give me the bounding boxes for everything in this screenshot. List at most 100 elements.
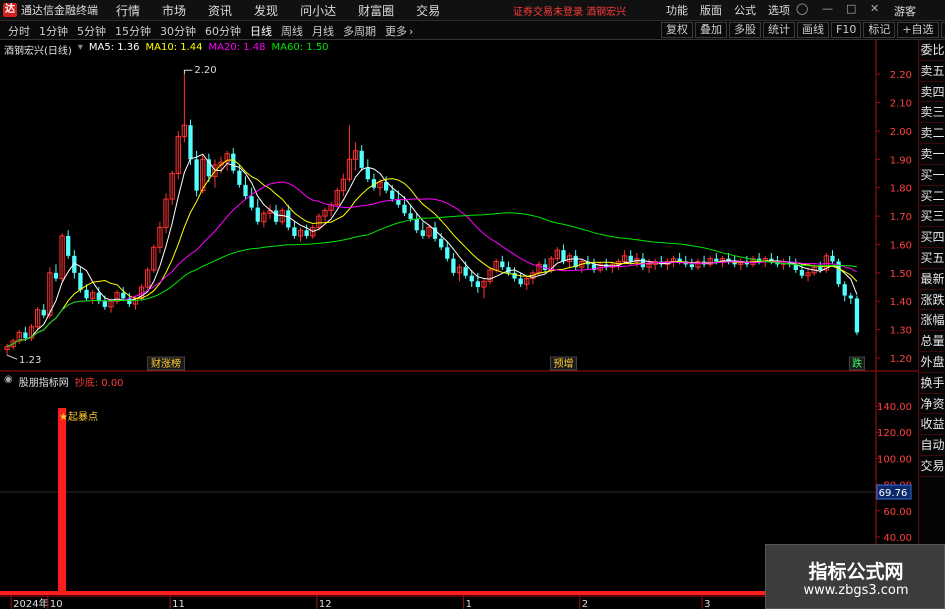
candle-body [292, 227, 297, 236]
tab-daily[interactable]: 日线 [250, 23, 272, 39]
chevron-right-icon: › [409, 25, 414, 38]
side-item-volume[interactable]: 总量 [919, 331, 945, 352]
side-item-sell1[interactable]: 卖一 [919, 144, 945, 165]
tab-15min[interactable]: 15分钟 [115, 23, 151, 39]
side-item-change-pct[interactable]: 涨幅 [919, 310, 945, 332]
menu-item-functions[interactable]: 功能 [666, 2, 688, 18]
guest-login[interactable]: 游客 [894, 3, 916, 19]
candle-body [830, 255, 835, 262]
price-tick-label: 2.10 [890, 99, 912, 110]
watermark-url: www.zbgs3.com [803, 583, 909, 598]
price-tick-label: 1.30 [890, 326, 912, 337]
side-item-auto[interactable]: 自动 [919, 435, 945, 456]
candle-body [628, 255, 633, 262]
tab-60min[interactable]: 60分钟 [205, 23, 241, 39]
chart-tools: 复权 叠加 多股 统计 画线 F10 标记 +自选 返回 [661, 22, 945, 38]
side-item-buy4[interactable]: 买四 [919, 227, 945, 248]
menu-item-formula[interactable]: 公式 [734, 2, 756, 18]
restore-rights-button[interactable]: 复权 [661, 22, 693, 38]
ma5-line [6, 153, 858, 348]
watermark-title: 指标公式网 [808, 561, 904, 583]
candle-body [561, 250, 566, 262]
right-menu: 功能 版面 公式 选项 [666, 2, 802, 18]
tab-5min[interactable]: 5分钟 [77, 23, 106, 39]
expand-icon[interactable]: ▾ [78, 42, 83, 57]
price-tick-label: 1.20 [890, 354, 912, 365]
candle-body [249, 196, 254, 208]
candle-body [66, 235, 71, 256]
price-tick-label: 2.20 [890, 70, 912, 81]
side-item-buy1[interactable]: 买一 [919, 165, 945, 186]
ma10-line [6, 159, 858, 348]
indicator-baseline [0, 591, 876, 595]
side-item-buy3[interactable]: 买三 [919, 206, 945, 228]
menu-item-layout[interactable]: 版面 [700, 2, 722, 18]
candle-body [41, 309, 46, 316]
tab-intraday[interactable]: 分时 [8, 23, 30, 39]
tab-multi-period[interactable]: 多周期 [343, 23, 376, 39]
candle-body [243, 184, 248, 197]
high-price-label: 2.20 [194, 65, 216, 76]
overlay-button[interactable]: 叠加 [695, 22, 727, 38]
tab-30min[interactable]: 30分钟 [160, 23, 196, 39]
side-item-outer[interactable]: 外盘 [919, 352, 945, 373]
close-icon[interactable]: ✕ [870, 2, 879, 15]
add-favorite-button[interactable]: +自选 [897, 22, 939, 38]
event-marker-label: 预增 [553, 357, 573, 370]
indicator-tick-label: 60.00 [883, 507, 912, 518]
menu-item-news[interactable]: 资讯 [208, 2, 232, 19]
price-chart[interactable]: 2.20 2.10 2.00 1.90 1.80 1.70 1.60 1.50 1.40 1.30… [0, 40, 918, 372]
event-marker-label: 跌 [852, 357, 862, 370]
menu-item-market-quotes[interactable]: 行情 [116, 2, 140, 19]
bottom-fishing-value: 抄底: 0.00 [74, 378, 124, 389]
mark-button[interactable]: 标记 [863, 22, 896, 38]
candle-body [848, 295, 853, 299]
candle-body [78, 272, 83, 290]
side-item-trade[interactable]: 交易 [919, 456, 945, 477]
side-item-change[interactable]: 涨跌 [919, 290, 945, 311]
maximize-icon[interactable]: □ [846, 2, 856, 15]
statistics-button[interactable]: 统计 [763, 22, 795, 38]
side-item-sell3[interactable]: 卖三 [919, 102, 945, 124]
back-button[interactable]: 返回 [940, 22, 945, 38]
indicator-settings-icon[interactable]: ◉ [4, 374, 13, 389]
side-item-sell2[interactable]: 卖二 [919, 123, 945, 144]
login-notice[interactable]: 证券交易未登录 酒钢宏兴 [513, 3, 626, 18]
tab-weekly[interactable]: 周线 [281, 23, 303, 39]
quote-side-panel: 委比 卖五 卖四 卖三 卖二 卖一 买一 买二 买三 买四 买五 最新 涨跌 涨… [918, 40, 945, 609]
headset-icon[interactable]: ◯ [796, 2, 808, 15]
tab-more[interactable]: 更多 › [385, 23, 413, 39]
price-tick-label: 2.00 [890, 127, 912, 138]
menu-item-market[interactable]: 市场 [162, 2, 186, 19]
period-toolbar: 分时 1分钟 5分钟 15分钟 30分钟 60分钟 日线 周线 月线 多周期 更… [0, 21, 945, 40]
tab-1min[interactable]: 1分钟 [39, 23, 68, 39]
side-item-weibi[interactable]: 委比 [919, 40, 945, 61]
side-item-latest[interactable]: 最新 [919, 269, 945, 290]
tab-monthly[interactable]: 月线 [312, 23, 334, 39]
candle-body [518, 278, 523, 285]
price-tick-label: 1.80 [890, 184, 912, 195]
date-tick-label: 2024年 [13, 597, 48, 609]
side-item-sell4[interactable]: 卖四 [919, 82, 945, 103]
side-item-turnover[interactable]: 换手 [919, 373, 945, 394]
minimize-icon[interactable]: — [822, 2, 833, 15]
menu-item-trade[interactable]: 交易 [416, 2, 440, 19]
event-marker: 财涨榜 [147, 356, 186, 371]
price-tick-label: 1.60 [890, 240, 912, 251]
side-item-sell5[interactable]: 卖五 [919, 61, 945, 82]
menu-item-options[interactable]: 选项 [768, 2, 790, 18]
multi-stock-button[interactable]: 多股 [729, 22, 761, 38]
side-item-earnings[interactable]: 收益 [919, 414, 945, 436]
candle-body [390, 190, 395, 200]
candle-body [273, 210, 279, 222]
draw-line-button[interactable]: 画线 [797, 22, 829, 38]
side-item-buy5[interactable]: 买五 [919, 248, 945, 269]
f10-button[interactable]: F10 [831, 22, 862, 38]
side-item-buy2[interactable]: 买二 [919, 186, 945, 207]
price-tick-label: 1.70 [890, 212, 912, 223]
side-item-net-assets[interactable]: 净资 [919, 394, 945, 415]
candle-body [451, 258, 456, 273]
menu-item-ask[interactable]: 问小达 [300, 2, 336, 19]
menu-item-discover[interactable]: 发现 [254, 2, 278, 19]
menu-item-wealth-circle[interactable]: 财富圈 [358, 2, 394, 19]
